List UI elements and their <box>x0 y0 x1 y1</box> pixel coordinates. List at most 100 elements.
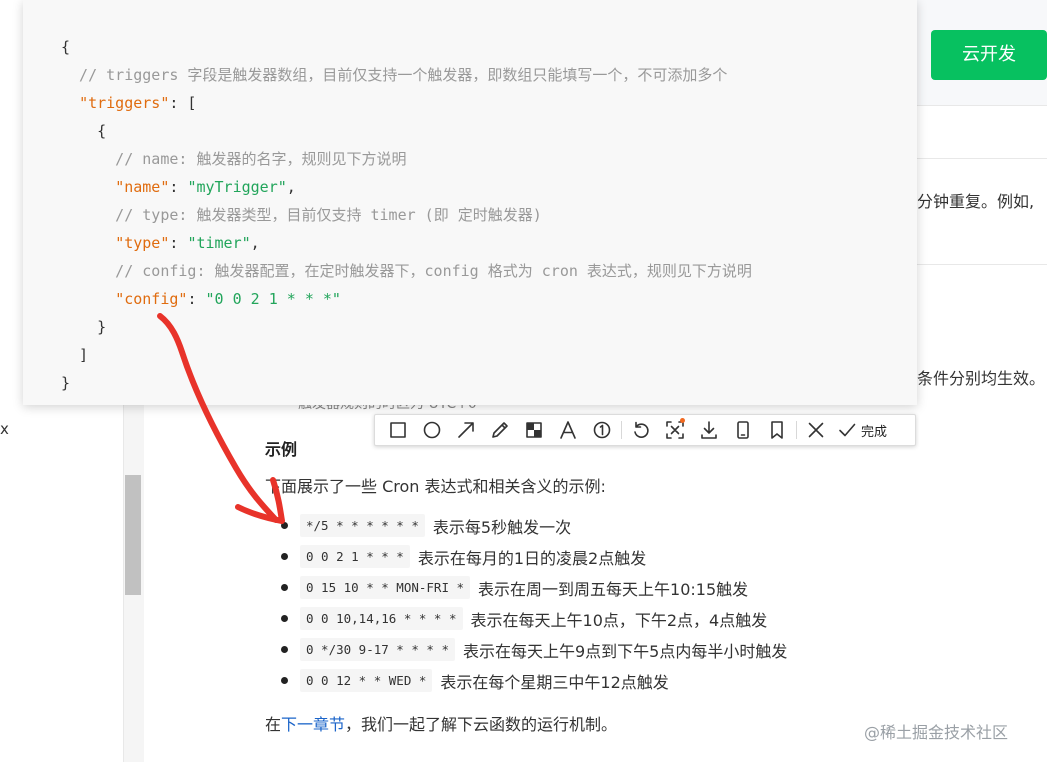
cron-example-item: */5 * * * * * * 表示每5秒触发一次 <box>265 510 787 541</box>
cron-example-item: 0 */30 9-17 * * * * 表示在每天上午9点到下午5点内每半小时触发 <box>265 634 787 665</box>
cron-expression: 0 0 12 * * WED * <box>300 669 433 692</box>
code-token-punc: , <box>250 234 260 252</box>
download-tool[interactable] <box>692 415 726 445</box>
cron-description: 表示在每月的1日的凌晨2点触发 <box>417 548 647 568</box>
cloud-dev-button[interactable]: 云开发 <box>931 30 1047 80</box>
download-icon <box>701 421 717 439</box>
checkmark-icon <box>839 423 856 437</box>
cron-description: 表示每5秒触发一次 <box>432 517 572 537</box>
text-fragment: 条件分别均生效。 <box>917 369 1046 388</box>
code-token-key: "type" <box>115 234 170 252</box>
content-divider <box>917 264 1047 265</box>
code-token-punc: } <box>61 318 107 336</box>
cron-description: 表示在每天上午10点，下午2点，4点触发 <box>470 610 768 630</box>
code-token-punc: ] <box>61 346 89 364</box>
ocr-tool[interactable] <box>658 415 692 445</box>
intro-paragraph: 下面展示了一些 Cron 表达式和相关含义的示例: <box>265 477 606 496</box>
ocr-icon <box>666 421 684 439</box>
code-token-punc: { <box>61 38 71 56</box>
rectangle-tool[interactable] <box>381 415 415 445</box>
cron-example-item: 0 15 10 * * MON-FRI * 表示在周一到周五每天上午10:15触发 <box>265 572 787 603</box>
code-token-punc: : <box>169 178 188 196</box>
code-token-comment: // name: 触发器的名字，规则见下方说明 <box>61 150 407 168</box>
bullet-dot <box>281 677 288 684</box>
code-line: // name: 触发器的名字，规则见下方说明 <box>61 145 752 173</box>
code-line: "triggers": [ <box>61 89 752 117</box>
text-icon <box>560 421 576 439</box>
rect-icon <box>390 422 406 438</box>
code-token-punc <box>61 178 115 196</box>
cron-example-item: 0 0 2 1 * * * 表示在每月的1日的凌晨2点触发 <box>265 541 787 572</box>
circle-icon <box>423 421 441 439</box>
toolbar-separator <box>796 421 797 439</box>
sidebar-scrollbar-thumb[interactable] <box>125 475 141 595</box>
text-tool[interactable] <box>551 415 585 445</box>
cron-expression: 0 0 10,14,16 * * * * <box>300 607 463 630</box>
code-token-key: "triggers" <box>79 94 170 112</box>
pen-icon <box>492 422 508 438</box>
ellipse-tool[interactable] <box>415 415 449 445</box>
cron-example-item: 0 0 10,14,16 * * * * 表示在每天上午10点，下午2点，4点触发 <box>265 603 787 634</box>
cron-description: 表示在每天上午9点到下午5点内每半小时触发 <box>463 641 788 661</box>
number-tool[interactable] <box>585 415 619 445</box>
cron-expression: 0 */30 9-17 * * * * <box>300 638 455 661</box>
code-token-punc: : <box>187 290 206 308</box>
cron-expression: */5 * * * * * * <box>300 514 425 537</box>
done-button[interactable]: 完成 <box>833 415 895 445</box>
pen-tool[interactable] <box>483 415 517 445</box>
close-icon <box>808 422 824 438</box>
code-block-panel: { // triggers 字段是触发器数组，目前仅支持一个触发器，即数组只能填… <box>23 0 917 405</box>
screenshot-toolbar: 完成 <box>374 414 916 446</box>
cron-description: 表示在每个星期三中午12点触发 <box>440 672 669 692</box>
code-token-str: "0 0 2 1 * * *" <box>205 290 341 308</box>
code-token-str: "myTrigger" <box>187 178 287 196</box>
next-chapter-paragraph: 在下一章节，我们一起了解下云函数的运行机制。 <box>265 711 617 735</box>
undo-tool[interactable] <box>624 415 658 445</box>
cron-example-list: */5 * * * * * * 表示每5秒触发一次 0 0 2 1 * * * 表示在… <box>265 510 787 696</box>
code-line: // triggers 字段是触发器数组，目前仅支持一个触发器，即数组只能填写一… <box>61 61 752 89</box>
bullet-dot <box>281 522 288 529</box>
watermark: @稀土掘金技术社区 <box>864 723 1009 742</box>
text-fragment: 分钟重复。例如, <box>917 192 1035 211</box>
code-line: ] <box>61 341 752 369</box>
cron-description: 表示在周一到周五每天上午10:15触发 <box>478 579 749 599</box>
code-token-punc <box>61 234 115 252</box>
bookmark-icon <box>771 421 783 439</box>
code-token-key: "config" <box>115 290 188 308</box>
cron-expression: 0 0 2 1 * * * <box>300 545 410 568</box>
code-line: { <box>61 33 752 61</box>
close-tool[interactable] <box>799 415 833 445</box>
content-divider <box>917 158 1047 159</box>
code-line: { <box>61 117 752 145</box>
code-token-comment: // config: 触发器配置，在定时触发器下，config 格式为 cron… <box>61 262 752 280</box>
bullet-dot <box>281 615 288 622</box>
next-chapter-link[interactable]: 下一章节 <box>281 715 345 734</box>
code-line: } <box>61 313 752 341</box>
code-token-punc: : <box>169 234 188 252</box>
code-line: } <box>61 369 752 397</box>
code-token-key: "name" <box>115 178 170 196</box>
bullet-dot <box>281 646 288 653</box>
code-block: { // triggers 字段是触发器数组，目前仅支持一个触发器，即数组只能填… <box>61 33 752 397</box>
undo-icon <box>634 421 649 438</box>
code-token-punc: , <box>286 178 296 196</box>
code-token-punc <box>61 94 79 112</box>
header-divider <box>917 105 1047 106</box>
left-edge-text: x <box>0 420 9 438</box>
code-token-punc: { <box>61 122 107 140</box>
mosaic-icon <box>526 422 542 438</box>
code-line: "type": "timer", <box>61 229 752 257</box>
bookmark-tool[interactable] <box>760 415 794 445</box>
section-heading: 示例 <box>265 440 298 459</box>
done-label: 完成 <box>861 424 888 440</box>
mosaic-tool[interactable] <box>517 415 551 445</box>
pin-icon <box>737 421 749 439</box>
left-sidebar <box>0 400 143 762</box>
next-suffix: ，我们一起了解下云函数的运行机制。 <box>345 715 618 734</box>
bullet-dot <box>281 553 288 560</box>
number-icon <box>593 421 611 439</box>
pin-tool[interactable] <box>726 415 760 445</box>
code-token-punc: : [ <box>169 94 197 112</box>
arrow-tool[interactable] <box>449 415 483 445</box>
code-token-comment: // type: 触发器类型，目前仅支持 timer (即 定时触发器) <box>61 206 542 224</box>
